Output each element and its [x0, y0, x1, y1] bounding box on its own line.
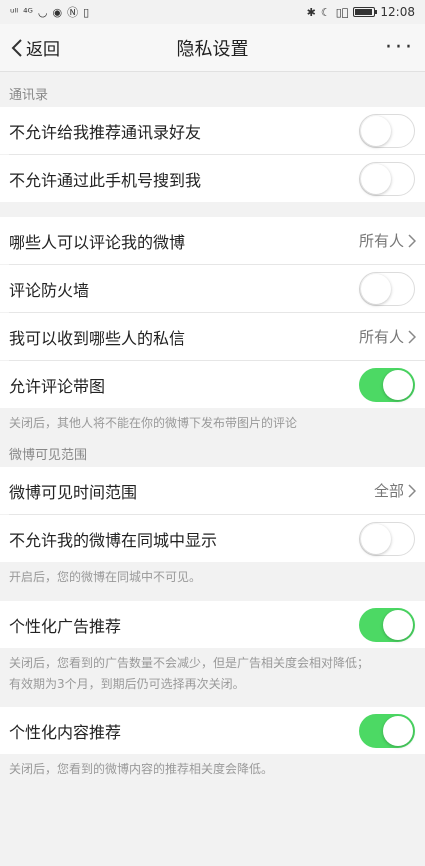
chevron-right-icon — [408, 233, 416, 248]
toggle-knob — [383, 715, 413, 746]
toggle-personalized-ads[interactable] — [359, 607, 415, 642]
row-weibo-visible-time[interactable]: 微博可见时间范围 全部 — [0, 467, 425, 514]
chevron-right-icon — [408, 483, 416, 498]
value-text: 所有人 — [358, 328, 404, 346]
status-right: ✱ ☾ ▯⃒ 12:08 — [307, 5, 415, 19]
value-who-can-message[interactable]: 所有人 — [359, 326, 416, 347]
status-left: ᵘˡˡ ⁴ᴳ ◡ ◉ Ⓝ ▯ — [10, 7, 89, 18]
back-button[interactable]: 返回 — [10, 35, 60, 60]
row-label: 个性化广告推荐 — [9, 616, 122, 636]
moon-icon: ☾ — [320, 5, 331, 19]
chevron-left-icon — [11, 38, 22, 57]
status-bar: ᵘˡˡ ⁴ᴳ ◡ ◉ Ⓝ ▯ ✱ ☾ ▯⃒ 12:08 — [0, 0, 425, 24]
section-header-weibo-visibility: 微博可见范围 — [9, 448, 88, 463]
signal-icon: ᵘˡˡ — [10, 5, 19, 19]
note-ads-line-1: 关闭后，您看到的广告数量不会减少，但是广告相关度会相对降低； — [9, 656, 370, 670]
value-text: 所有人 — [358, 232, 404, 250]
row-label: 个性化内容推荐 — [9, 722, 122, 742]
nfc-icon: Ⓝ — [67, 5, 79, 19]
row-label: 不允许我的微博在同城中显示 — [9, 530, 218, 550]
note-comment-images: 关闭后，其他人将不能在你的微博下发布带图片的评论 — [9, 416, 298, 430]
toggle-knob — [361, 523, 391, 554]
eye-icon: ◉ — [52, 5, 63, 19]
row-personalized-ads: 个性化广告推荐 — [0, 601, 425, 648]
status-time: 12:08 — [380, 5, 415, 19]
toggle-hide-in-local[interactable] — [359, 521, 415, 556]
wifi-icon: ◡ — [37, 5, 48, 19]
network-4g-icon: ⁴ᴳ — [23, 5, 33, 19]
toggle-personalized-content[interactable] — [359, 713, 415, 748]
value-who-can-comment[interactable]: 所有人 — [359, 230, 416, 251]
toggle-comment-firewall[interactable] — [359, 271, 415, 306]
sim-icon: ▯ — [83, 5, 90, 19]
toggle-no-find-by-phone[interactable] — [359, 161, 415, 196]
value-text: 全部 — [373, 482, 404, 500]
row-label: 我可以收到哪些人的私信 — [9, 328, 186, 348]
row-who-can-message[interactable]: 我可以收到哪些人的私信 所有人 — [0, 313, 425, 360]
row-personalized-content: 个性化内容推荐 — [0, 707, 425, 754]
row-hide-in-local: 不允许我的微博在同城中显示 — [0, 515, 425, 562]
more-options-icon[interactable]: ··· — [385, 35, 415, 60]
toggle-knob — [383, 369, 413, 400]
vibrate-icon: ▯⃒ — [335, 5, 349, 19]
toggle-no-recommend-contacts[interactable] — [359, 113, 415, 148]
chevron-right-icon — [408, 329, 416, 344]
toggle-knob — [361, 163, 391, 194]
page-title: 隐私设置 — [176, 38, 249, 60]
note-local: 开启后，您的微博在同城中不可见。 — [9, 570, 202, 584]
row-label: 哪些人可以评论我的微博 — [9, 232, 186, 252]
row-label: 允许评论带图 — [9, 376, 106, 396]
row-label: 不允许通过此手机号搜到我 — [9, 170, 202, 190]
battery-icon — [353, 7, 378, 17]
note-ads: 关闭后，您看到的广告数量不会减少，但是广告相关度会相对降低； 有效期为3个月，到… — [0, 653, 425, 695]
section-header-contacts: 通讯录 — [9, 88, 49, 103]
row-no-recommend-contacts: 不允许给我推荐通讯录好友 — [0, 107, 425, 154]
row-allow-comment-images: 允许评论带图 — [0, 361, 425, 408]
value-weibo-visible-time[interactable]: 全部 — [374, 480, 416, 501]
row-no-find-by-phone: 不允许通过此手机号搜到我 — [0, 155, 425, 202]
note-ads-line-2: 有效期为3个月，到期后仍可选择再次关闭。 — [9, 677, 245, 691]
row-who-can-comment[interactable]: 哪些人可以评论我的微博 所有人 — [0, 217, 425, 264]
back-label: 返回 — [26, 40, 60, 60]
row-comment-firewall: 评论防火墙 — [0, 265, 425, 312]
nav-bar: 返回 隐私设置 ··· — [0, 24, 425, 72]
row-label: 评论防火墙 — [9, 280, 90, 300]
toggle-knob — [361, 115, 391, 146]
row-label: 微博可见时间范围 — [9, 482, 138, 502]
toggle-allow-comment-images[interactable] — [359, 367, 415, 402]
battery-level — [355, 9, 373, 15]
toggle-knob — [383, 609, 413, 640]
bluetooth-icon: ✱ — [306, 5, 316, 19]
note-content: 关闭后，您看到的微博内容的推荐相关度会降低。 — [9, 762, 274, 776]
row-label: 不允许给我推荐通讯录好友 — [9, 122, 202, 142]
toggle-knob — [361, 273, 391, 304]
